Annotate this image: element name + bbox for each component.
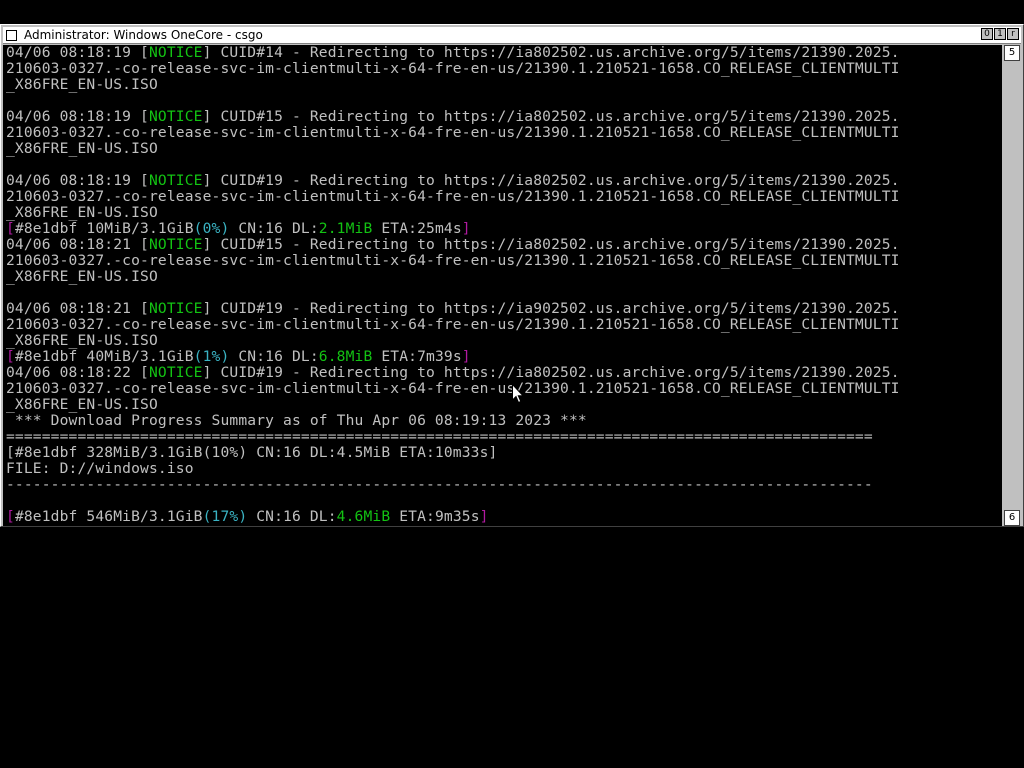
console-segment: ] CUID#15 - Redirecting to https://ia802… [202, 236, 900, 253]
console-line: 210603-0327.-co-release-svc-im-clientmul… [6, 381, 900, 397]
console-segment: _X86FRE_EN-US.ISO [6, 332, 158, 349]
console-line: [#8e1dbf 10MiB/3.1GiB(0%) CN:16 DL:2.1Mi… [6, 221, 900, 237]
console-segment: _X86FRE_EN-US.ISO [6, 204, 158, 221]
console-segment: ] CUID#15 - Redirecting to https://ia802… [202, 108, 900, 125]
console-segment: ] CUID#19 - Redirecting to https://ia802… [202, 364, 900, 381]
console-line: ----------------------------------------… [6, 477, 900, 493]
console-segment: [ [6, 508, 15, 525]
console-segment: ] CUID#19 - Redirecting to https://ia902… [202, 300, 900, 317]
console-segment: _X86FRE_EN-US.ISO [6, 268, 158, 285]
window-title: Administrator: Windows OneCore - csgo [24, 28, 263, 42]
console-line: _X86FRE_EN-US.ISO [6, 77, 900, 93]
console-segment: (17%) [202, 508, 248, 525]
console-segment: (0%) [193, 220, 230, 237]
console-line: 04/06 08:18:19 [NOTICE] CUID#14 - Redire… [6, 45, 900, 61]
console-line: 04/06 08:18:22 [NOTICE] CUID#19 - Redire… [6, 365, 900, 381]
console-line: 210603-0327.-co-release-svc-im-clientmul… [6, 189, 900, 205]
console-segment: 04/06 08:18:22 [ [6, 364, 149, 381]
console-segment: 210603-0327.-co-release-svc-im-clientmul… [6, 380, 900, 397]
console-segment: [ [6, 348, 15, 365]
console-segment: 2.1MiB [318, 220, 373, 237]
console-line: 04/06 08:18:19 [NOTICE] CUID#15 - Redire… [6, 109, 900, 125]
console-line: _X86FRE_EN-US.ISO [6, 333, 900, 349]
console-segment: ] [461, 220, 471, 237]
console-segment: NOTICE [148, 364, 203, 381]
console-segment: CN:16 DL: [247, 508, 337, 525]
console-segment: ] CUID#19 - Redirecting to https://ia802… [202, 172, 900, 189]
vertical-scrollbar[interactable]: 5 6 [1003, 45, 1021, 526]
console-line: 04/06 08:18:19 [NOTICE] CUID#19 - Redire… [6, 173, 900, 189]
console-segment: [#8e1dbf 328MiB/3.1GiB(10%) CN:16 DL:4.5… [6, 444, 498, 461]
console-line: 04/06 08:18:21 [NOTICE] CUID#19 - Redire… [6, 301, 900, 317]
console-segment: ] [479, 508, 489, 525]
console-segment: NOTICE [148, 45, 203, 61]
console-line: 210603-0327.-co-release-svc-im-clientmul… [6, 125, 900, 141]
maximize-button[interactable]: 1 [994, 28, 1006, 40]
console-segment: ETA:25m4s [372, 220, 462, 237]
close-button[interactable]: r [1007, 28, 1019, 40]
title-bar[interactable]: Administrator: Windows OneCore - csgo 0 … [3, 27, 1021, 44]
console-segment: 04/06 08:18:21 [ [6, 236, 149, 253]
console-line: 04/06 08:18:21 [NOTICE] CUID#15 - Redire… [6, 237, 900, 253]
console-segment: 04/06 08:18:19 [ [6, 45, 149, 61]
console-window: Administrator: Windows OneCore - csgo 0 … [0, 24, 1024, 527]
console-segment: 210603-0327.-co-release-svc-im-clientmul… [6, 188, 900, 205]
console-line: [#8e1dbf 40MiB/3.1GiB(1%) CN:16 DL:6.8Mi… [6, 349, 900, 365]
console-segment: #8e1dbf 546MiB/3.1GiB [14, 508, 203, 525]
console-line: [#8e1dbf 328MiB/3.1GiB(10%) CN:16 DL:4.5… [6, 445, 900, 461]
console-text: 04/06 08:18:19 [NOTICE] CUID#14 - Redire… [6, 45, 900, 525]
console-line: [#8e1dbf 546MiB/3.1GiB(17%) CN:16 DL:4.6… [6, 509, 900, 525]
console-segment: _X86FRE_EN-US.ISO [6, 76, 158, 93]
system-menu-icon[interactable] [6, 30, 17, 41]
console-segment: NOTICE [148, 172, 203, 189]
console-segment: 04/06 08:18:19 [ [6, 108, 149, 125]
console-line: 210603-0327.-co-release-svc-im-clientmul… [6, 317, 900, 333]
console-line: _X86FRE_EN-US.ISO [6, 397, 900, 413]
console-segment: ----------------------------------------… [6, 476, 873, 493]
console-line: _X86FRE_EN-US.ISO [6, 205, 900, 221]
console-line: 210603-0327.-co-release-svc-im-clientmul… [6, 253, 900, 269]
console-segment: 210603-0327.-co-release-svc-im-clientmul… [6, 124, 900, 141]
mouse-pointer-icon [512, 384, 524, 404]
console-segment: ========================================… [6, 428, 873, 445]
console-segment: 6.8MiB [318, 348, 373, 365]
console-segment: ETA:9m35s [390, 508, 480, 525]
console-segment: 4.6MiB [336, 508, 391, 525]
minimize-button[interactable]: 0 [981, 28, 993, 40]
console-segment: NOTICE [148, 108, 203, 125]
console-line: *** Download Progress Summary as of Thu … [6, 413, 900, 429]
console-segment: 210603-0327.-co-release-svc-im-clientmul… [6, 252, 900, 269]
console-line: _X86FRE_EN-US.ISO [6, 141, 900, 157]
console-segment: *** Download Progress Summary as of Thu … [6, 412, 587, 429]
console-segment: ETA:7m39s [372, 348, 462, 365]
console-segment: 210603-0327.-co-release-svc-im-clientmul… [6, 316, 900, 333]
console-segment: _X86FRE_EN-US.ISO [6, 140, 158, 157]
console-segment: (1%) [193, 348, 230, 365]
console-segment: FILE: D://windows.iso [6, 460, 194, 477]
console-segment: _X86FRE_EN-US.ISO [6, 396, 158, 413]
console-segment: 210603-0327.-co-release-svc-im-clientmul… [6, 60, 900, 77]
scroll-up-button[interactable]: 5 [1004, 45, 1020, 61]
console-segment: ] [461, 348, 471, 365]
console-line: 210603-0327.-co-release-svc-im-clientmul… [6, 61, 900, 77]
console-line: ========================================… [6, 429, 900, 445]
console-line: _X86FRE_EN-US.ISO [6, 269, 900, 285]
console-segment: NOTICE [148, 236, 203, 253]
console-segment: 04/06 08:18:21 [ [6, 300, 149, 317]
console-segment: [ [6, 220, 15, 237]
console-segment: CN:16 DL: [229, 348, 319, 365]
console-line: FILE: D://windows.iso [6, 461, 900, 477]
console-output[interactable]: 04/06 08:18:19 [NOTICE] CUID#14 - Redire… [3, 45, 1002, 526]
console-segment: #8e1dbf 10MiB/3.1GiB [14, 220, 194, 237]
scroll-down-button[interactable]: 6 [1004, 510, 1020, 526]
console-segment: CN:16 DL: [229, 220, 319, 237]
console-segment: ] CUID#14 - Redirecting to https://ia802… [202, 45, 900, 61]
console-segment: 04/06 08:18:19 [ [6, 172, 149, 189]
console-segment: NOTICE [148, 300, 203, 317]
console-segment: #8e1dbf 40MiB/3.1GiB [14, 348, 194, 365]
